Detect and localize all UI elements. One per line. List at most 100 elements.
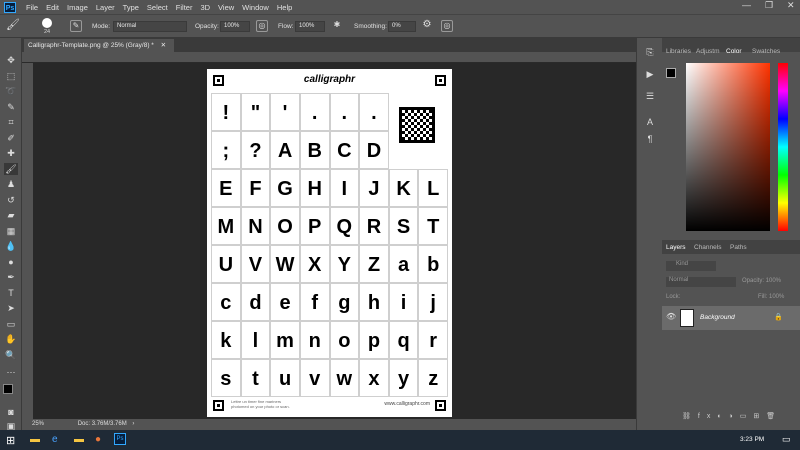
gear-icon[interactable]: ⚙ <box>421 20 433 32</box>
menu-view[interactable]: View <box>218 3 234 12</box>
glyph: L <box>427 178 440 200</box>
menu-type[interactable]: Type <box>123 3 139 12</box>
tab-adjustments[interactable]: Adjustm <box>696 48 719 55</box>
clock[interactable]: 3:23 PM <box>740 436 764 443</box>
photoshop-taskbar-icon[interactable]: Ps <box>114 433 126 445</box>
history-brush-icon[interactable]: ↺ <box>4 194 18 206</box>
color-picker-field[interactable] <box>686 63 770 231</box>
minimize-icon[interactable]: — <box>742 0 751 10</box>
quick-mask-icon[interactable]: ◙ <box>4 406 18 418</box>
zoom-tool-icon[interactable]: 🔍 <box>4 349 18 361</box>
brush-preview-icon[interactable] <box>42 18 52 28</box>
type-tool-icon[interactable]: T <box>4 287 18 299</box>
menu-select[interactable]: Select <box>147 3 168 12</box>
glyph: M <box>217 216 235 238</box>
glyph: u <box>278 368 292 390</box>
actions-panel-icon[interactable]: ▶ <box>643 68 657 80</box>
marquee-tool-icon[interactable]: ⬚ <box>4 70 18 82</box>
brush-tool-icon[interactable]: 🖌 <box>6 20 20 32</box>
flow-field[interactable]: 100% <box>295 21 325 32</box>
menu-window[interactable]: Window <box>242 3 269 12</box>
notifications-icon[interactable]: ▭ <box>782 434 791 445</box>
close-icon[interactable]: ✕ <box>787 0 795 11</box>
footer-note-2: photomed on your photo or scan. <box>231 404 290 409</box>
windows-start-icon[interactable]: ⊞ <box>6 434 15 447</box>
eraser-tool-icon[interactable]: ▰ <box>4 209 18 221</box>
lasso-tool-icon[interactable]: ➰ <box>4 85 18 97</box>
gradient-tool-icon[interactable]: ▦ <box>4 225 18 237</box>
dodge-tool-icon[interactable]: ● <box>4 256 18 268</box>
blend-mode-select[interactable]: Normal <box>666 277 736 287</box>
menu-file[interactable]: File <box>26 3 38 12</box>
layers-footer-icons[interactable]: ⛓fx◐◑▭⊞🗑 <box>682 412 792 420</box>
glyph: z <box>428 368 439 390</box>
paragraph-panel-icon[interactable]: ¶ <box>643 133 657 145</box>
pen-tool-icon[interactable]: ✒ <box>4 271 18 283</box>
glyph-cell: A <box>270 131 300 169</box>
mode-select[interactable]: Normal <box>113 21 187 32</box>
glyph: . <box>311 102 318 124</box>
tab-channels[interactable]: Channels <box>694 244 721 251</box>
status-arrow-icon[interactable]: › <box>132 421 134 427</box>
browser-icon[interactable]: ● <box>95 434 101 445</box>
edge-icon[interactable]: e <box>52 434 58 445</box>
move-tool-icon[interactable]: ✥ <box>4 54 18 66</box>
pressure-size-icon[interactable]: ◎ <box>441 20 453 32</box>
layer-fill[interactable]: Fill: 100% <box>758 294 784 300</box>
foreground-color-swatch[interactable] <box>3 384 13 394</box>
more-tools-icon[interactable]: ⋯ <box>4 366 18 378</box>
blur-tool-icon[interactable]: 💧 <box>4 240 18 252</box>
tab-layers[interactable]: Layers <box>666 244 686 251</box>
tab-color[interactable]: Color <box>726 48 742 55</box>
shape-tool-icon[interactable]: ▭ <box>4 318 18 330</box>
healing-tool-icon[interactable]: ✚ <box>4 147 18 159</box>
photoshop-logo-icon[interactable]: Ps <box>4 1 16 13</box>
glyph-cell: n <box>299 321 330 359</box>
layer-kind-filter[interactable]: Kind <box>666 261 716 271</box>
layer-name[interactable]: Background <box>700 314 735 321</box>
eyedropper-tool-icon[interactable]: ✐ <box>4 132 18 144</box>
glyph: q <box>397 330 410 352</box>
menu-3d[interactable]: 3D <box>200 3 210 12</box>
menu-edit[interactable]: Edit <box>46 3 59 12</box>
opacity-field[interactable]: 100% <box>220 21 250 32</box>
path-select-icon[interactable]: ➤ <box>4 302 18 314</box>
layer-opacity[interactable]: Opacity: 100% <box>742 278 781 284</box>
menu-filter[interactable]: Filter <box>176 3 193 12</box>
tab-libraries[interactable]: Libraries <box>666 48 691 55</box>
layer-row-background[interactable]: 👁 Background 🔒 <box>662 306 800 330</box>
quick-select-tool-icon[interactable]: ✎ <box>4 101 18 113</box>
properties-panel-icon[interactable]: ☰ <box>643 90 657 102</box>
airbrush-icon[interactable]: ✱ <box>331 20 343 32</box>
pressure-opacity-icon[interactable]: ◎ <box>256 20 268 32</box>
zoom-level[interactable]: 25% <box>32 421 44 427</box>
fg-color-chip[interactable] <box>666 68 676 78</box>
stamp-tool-icon[interactable]: ♟ <box>4 178 18 190</box>
tab-close-icon[interactable]: ✕ <box>161 42 166 49</box>
brush-panel-icon[interactable]: ✎ <box>70 20 82 32</box>
crop-tool-icon[interactable]: ⌗ <box>4 116 18 128</box>
hue-slider[interactable] <box>778 63 788 231</box>
glyph: c <box>220 292 232 314</box>
folder-icon[interactable]: ▬ <box>74 434 84 445</box>
status-bar: 25% Doc: 3.76M/3.76M › <box>22 419 636 430</box>
menu-help[interactable]: Help <box>277 3 292 12</box>
menu-image[interactable]: Image <box>67 3 88 12</box>
glyph-cell: l <box>240 321 271 359</box>
character-panel-icon[interactable]: A <box>643 116 657 128</box>
brush-tool-icon[interactable]: 🖌 <box>4 163 18 175</box>
history-panel-icon[interactable]: ⎘ <box>643 46 657 58</box>
tab-swatches[interactable]: Swatches <box>752 48 780 55</box>
menu-layer[interactable]: Layer <box>96 3 115 12</box>
visibility-eye-icon[interactable]: 👁 <box>666 312 676 321</box>
file-explorer-icon[interactable]: ▬ <box>30 434 40 445</box>
tab-paths[interactable]: Paths <box>730 244 747 251</box>
restore-icon[interactable]: ❐ <box>765 0 773 11</box>
hand-tool-icon[interactable]: ✋ <box>4 333 18 345</box>
document-canvas[interactable]: calligraphr ! " '...;? A B C D E F G H I J K L M N O P Q R S T… <box>207 69 452 417</box>
glyph-cell: K <box>388 169 419 207</box>
windows-taskbar: ⊞ ▬ e ▬ ● Ps 3:23 PM ▭ <box>0 430 800 450</box>
document-tab[interactable]: Calligraphr-Template.png @ 25% (Gray/8) … <box>24 39 174 52</box>
glyph: ' <box>282 102 288 124</box>
smoothing-field[interactable]: 0% <box>388 21 416 32</box>
